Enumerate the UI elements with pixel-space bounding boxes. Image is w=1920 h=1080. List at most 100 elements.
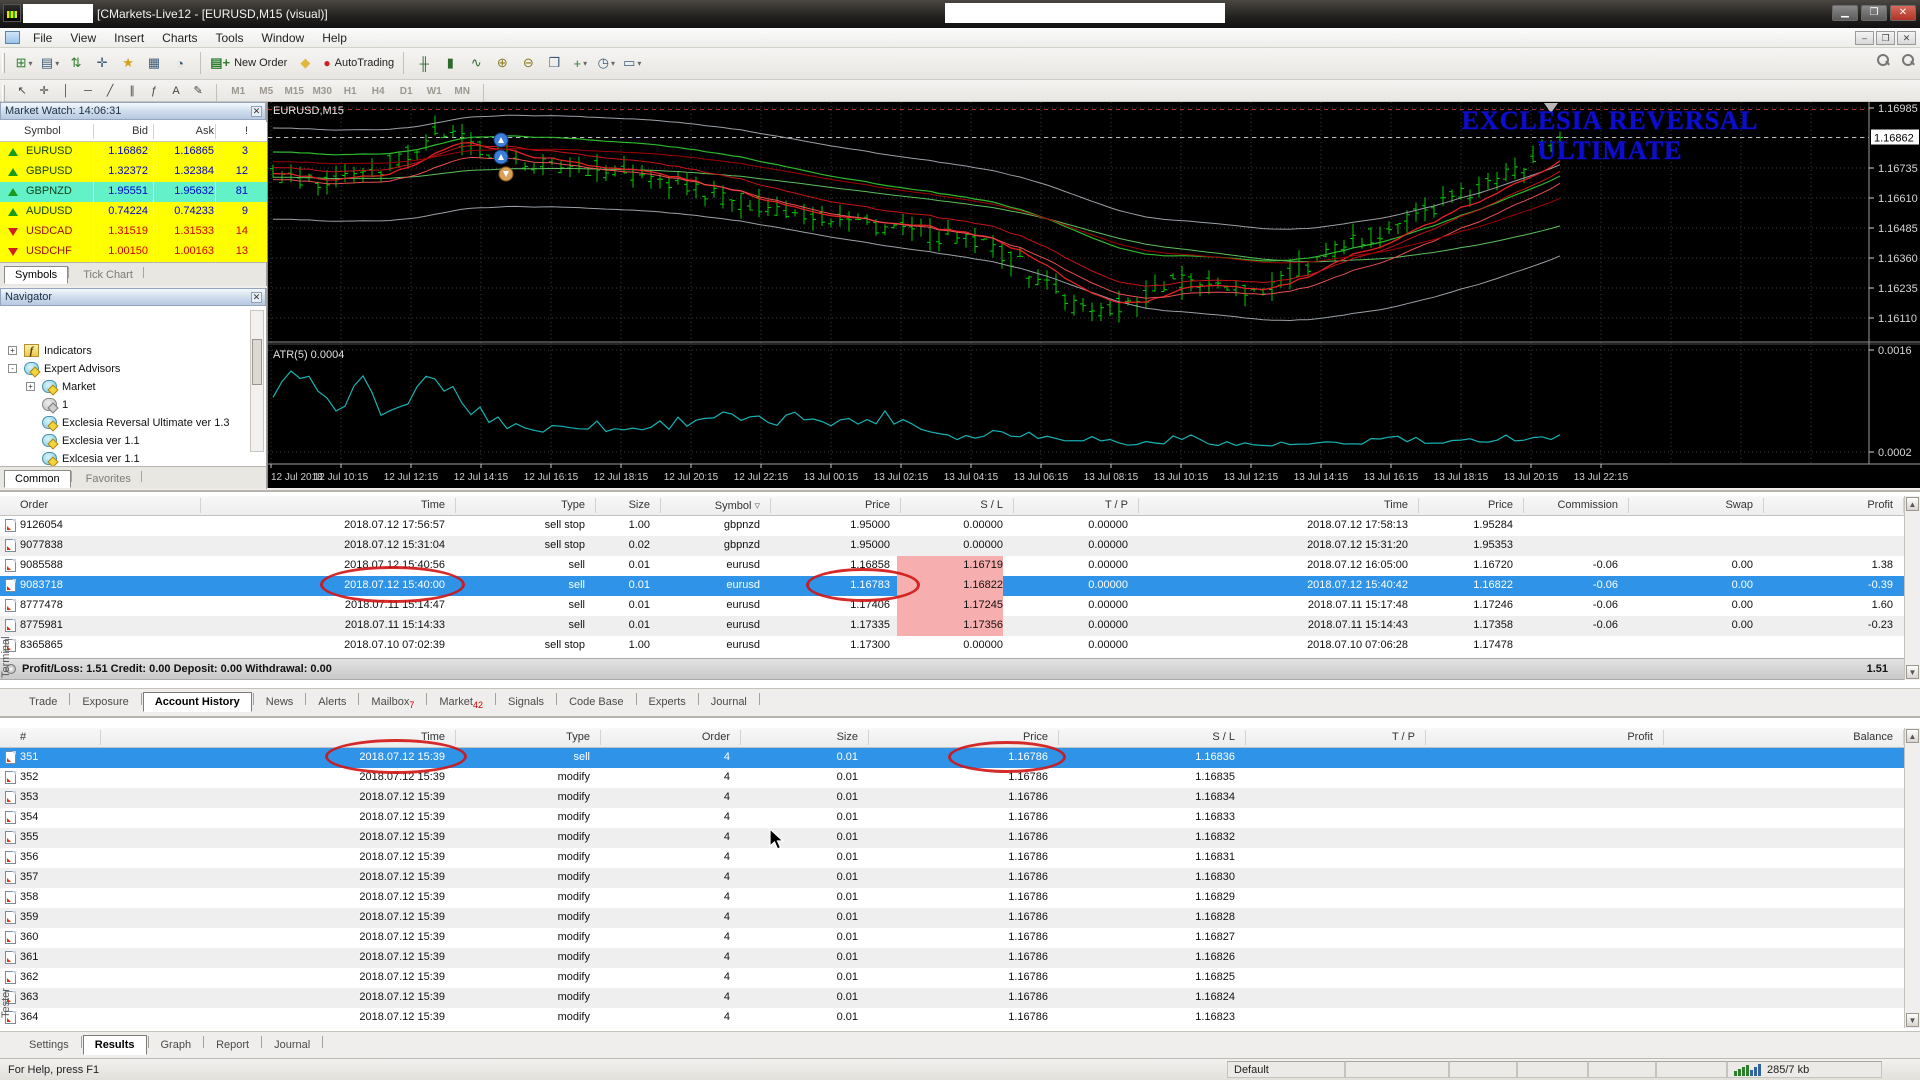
tab-mailbox[interactable]: Mailbox7 bbox=[360, 693, 425, 713]
table-row[interactable]: 3622018.07.12 15:39modify40.011.167861.1… bbox=[0, 968, 1904, 988]
market-watch-row[interactable]: GBPUSD1.323721.3238412 bbox=[0, 162, 267, 182]
periods-button[interactable]: ◷▾ bbox=[594, 51, 618, 75]
tree-item-exlcesia-ver-1-1[interactable]: Exlcesia ver 1.1 bbox=[0, 450, 248, 466]
column-header-symbol[interactable]: Symbol bbox=[24, 125, 61, 137]
tab-alerts[interactable]: Alerts bbox=[307, 693, 357, 711]
menu-window[interactable]: Window bbox=[253, 28, 314, 48]
timeframe-mn[interactable]: MN bbox=[449, 84, 475, 101]
tree-item-exclesia-ver-1-1[interactable]: Exclesia ver 1.1 bbox=[0, 432, 248, 450]
column-header-profit[interactable]: Profit bbox=[1758, 499, 1893, 511]
menu-insert[interactable]: Insert bbox=[105, 28, 153, 48]
tree-item-indicators[interactable]: +fIndicators bbox=[0, 342, 248, 360]
tab-symbols[interactable]: Symbols bbox=[4, 266, 68, 284]
text-tool[interactable]: A bbox=[166, 82, 186, 100]
trendline-tool[interactable]: ╱ bbox=[100, 81, 120, 99]
column-header-tp[interactable]: T / P bbox=[1008, 499, 1128, 511]
column-header-time[interactable]: Time bbox=[205, 499, 445, 511]
column-header-order[interactable]: Order bbox=[20, 499, 48, 511]
menu-view[interactable]: View bbox=[61, 28, 105, 48]
column-header-profit[interactable]: Profit bbox=[1418, 731, 1653, 743]
table-row[interactable]: 3562018.07.12 15:39modify40.011.167861.1… bbox=[0, 848, 1904, 868]
tab-market[interactable]: Market42 bbox=[428, 693, 494, 713]
table-row[interactable]: 3612018.07.12 15:39modify40.011.167861.1… bbox=[0, 948, 1904, 968]
data-window-toggle[interactable]: ✛ bbox=[90, 51, 114, 75]
table-row[interactable]: 3522018.07.12 15:39modify40.011.167861.1… bbox=[0, 768, 1904, 788]
market-watch-row[interactable]: USDCAD1.315191.3153314 bbox=[0, 222, 267, 242]
column-header-price2[interactable]: Price bbox=[1413, 499, 1513, 511]
tree-item-market[interactable]: +Market bbox=[0, 378, 248, 396]
market-watch-row[interactable]: AUDUSD0.742240.742339 bbox=[0, 202, 267, 222]
templates-button[interactable]: ▭▾ bbox=[620, 51, 644, 75]
zoom-in-button[interactable]: ⊕ bbox=[490, 51, 514, 75]
new-chart-button[interactable]: ⊞▾ bbox=[12, 51, 36, 75]
market-watch-toggle[interactable]: ⇅ bbox=[64, 51, 88, 75]
tab-news[interactable]: News bbox=[255, 693, 305, 711]
strategy-tester-toggle[interactable]: ◔ bbox=[168, 51, 192, 75]
close-icon[interactable]: ✕ bbox=[251, 292, 262, 303]
column-header-sl[interactable]: S / L bbox=[1053, 731, 1235, 743]
tab-exposure[interactable]: Exposure bbox=[71, 693, 139, 711]
table-row[interactable]: 3632018.07.12 15:39modify40.011.167861.1… bbox=[0, 988, 1904, 1008]
table-row[interactable]: 3592018.07.12 15:39modify40.011.167861.1… bbox=[0, 908, 1904, 928]
terminal-toggle[interactable]: ▦ bbox=[142, 51, 166, 75]
bar-chart-button[interactable]: ╫ bbox=[412, 51, 436, 75]
timeframe-w1[interactable]: W1 bbox=[421, 84, 447, 101]
table-row[interactable]: 90837182018.07.12 15:40:00sell0.01eurusd… bbox=[0, 576, 1904, 596]
menu-file[interactable]: File bbox=[24, 28, 61, 48]
timeframe-m15[interactable]: M15 bbox=[281, 84, 307, 101]
tree-item-1[interactable]: 1 bbox=[0, 396, 248, 414]
find-symbol-icon[interactable] bbox=[1902, 54, 1914, 66]
search-icon[interactable] bbox=[1877, 54, 1889, 66]
titlebar[interactable]: [CMarkets-Live12 - [EURUSD,M15 (visual)]… bbox=[0, 0, 1920, 28]
table-row[interactable]: 3642018.07.12 15:39modify40.011.167861.1… bbox=[0, 1008, 1904, 1028]
terminal-scrollbar[interactable]: ▲ ▼ bbox=[1904, 496, 1920, 680]
candlestick-button[interactable]: ▮ bbox=[438, 51, 462, 75]
table-row[interactable]: 91260542018.07.12 17:56:57sell stop1.00g… bbox=[0, 516, 1904, 536]
market-watch-title[interactable]: Market Watch: 14:06:31 ✕ bbox=[0, 102, 266, 120]
column-header-sl[interactable]: S / L bbox=[897, 499, 1003, 511]
table-row[interactable]: 3542018.07.12 15:39modify40.011.167861.1… bbox=[0, 808, 1904, 828]
tester-side-label[interactable]: Tester bbox=[0, 973, 14, 1033]
navigator-title[interactable]: Navigator ✕ bbox=[0, 288, 266, 306]
tab-results[interactable]: Results bbox=[83, 1035, 147, 1055]
menu-help[interactable]: Help bbox=[313, 28, 356, 48]
table-row[interactable]: 3602018.07.12 15:39modify40.011.167861.1… bbox=[0, 928, 1904, 948]
channel-tool[interactable]: ∥ bbox=[122, 81, 142, 99]
column-header-size[interactable]: Size bbox=[590, 499, 650, 511]
line-chart-button[interactable]: ∿ bbox=[464, 51, 488, 75]
column-header-price[interactable]: Price bbox=[765, 499, 890, 511]
scroll-up-icon[interactable]: ▲ bbox=[1906, 497, 1919, 511]
table-row[interactable]: 87774782018.07.11 15:14:47sell0.01eurusd… bbox=[0, 596, 1904, 616]
column-header-type[interactable]: Type bbox=[450, 731, 590, 743]
table-row[interactable]: 83658652018.07.10 07:02:39sell stop1.00e… bbox=[0, 636, 1904, 656]
table-row[interactable]: 90855882018.07.12 15:40:56sell0.01eurusd… bbox=[0, 556, 1904, 576]
minimize-button[interactable]: ▁ bbox=[1832, 5, 1858, 21]
market-watch-row[interactable]: USDCHF1.001501.0016313 bbox=[0, 242, 267, 262]
column-header-type[interactable]: Type bbox=[455, 499, 585, 511]
maximize-button[interactable]: ❐ bbox=[1861, 5, 1887, 21]
table-row[interactable]: 90778382018.07.12 15:31:04sell stop0.02g… bbox=[0, 536, 1904, 556]
collapse-icon[interactable]: - bbox=[8, 364, 17, 373]
column-header-commission[interactable]: Commission bbox=[1518, 499, 1618, 511]
tab-journal[interactable]: Journal bbox=[700, 693, 758, 711]
close-button[interactable]: ✕ bbox=[1890, 5, 1916, 21]
timeframe-m5[interactable]: M5 bbox=[253, 84, 279, 101]
terminal-side-label[interactable]: Terminal bbox=[0, 622, 14, 692]
child-minimize-button[interactable]: – bbox=[1855, 31, 1874, 45]
column-header-tp[interactable]: T / P bbox=[1240, 731, 1415, 743]
timeframe-m1[interactable]: M1 bbox=[225, 84, 251, 101]
toolbar-grip[interactable] bbox=[2, 53, 5, 73]
tab-graph[interactable]: Graph bbox=[150, 1036, 203, 1054]
timeframe-m30[interactable]: M30 bbox=[309, 84, 335, 101]
tab-favorites[interactable]: Favorites bbox=[76, 471, 141, 487]
timeframe-d1[interactable]: D1 bbox=[393, 84, 419, 101]
autotrading-button[interactable]: ● AutoTrading bbox=[322, 51, 395, 75]
tab-experts[interactable]: Experts bbox=[638, 693, 697, 711]
menu-tools[interactable]: Tools bbox=[207, 28, 253, 48]
scroll-up-icon[interactable]: ▲ bbox=[1906, 729, 1919, 743]
fibonacci-tool[interactable]: ƒ bbox=[144, 82, 164, 100]
tile-windows-button[interactable]: ❒ bbox=[542, 51, 566, 75]
column-header-size[interactable]: Size bbox=[733, 731, 858, 743]
column-header-num[interactable]: # bbox=[20, 731, 26, 743]
tab-settings[interactable]: Settings bbox=[18, 1036, 80, 1054]
